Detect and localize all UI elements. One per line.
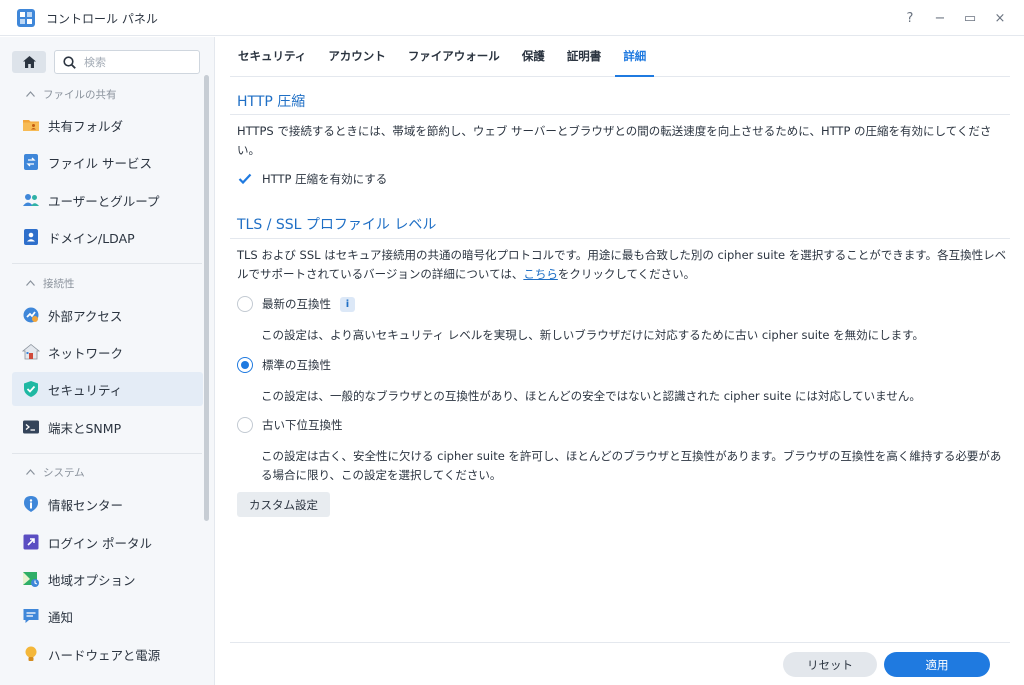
section-divider <box>230 114 1010 115</box>
section-header-file-sharing[interactable]: ファイルの共有 <box>26 86 117 102</box>
tab-account[interactable]: アカウント <box>320 36 394 76</box>
sidebar-item-shared-folder[interactable]: 共有フォルダ <box>12 108 203 142</box>
terminal-snmp-icon <box>23 420 39 434</box>
sidebar-item-terminal-snmp[interactable]: 端末とSNMP <box>12 410 203 444</box>
window-controls: ? − ▭ × <box>898 6 1012 30</box>
home-icon <box>22 56 36 68</box>
tab-protection[interactable]: 保護 <box>514 36 553 76</box>
tls-profile-description: TLS および SSL はセキュア接続用の共通の暗号化プロトコルです。用途に最も… <box>237 248 1007 281</box>
radio-old-compatibility[interactable] <box>237 417 253 433</box>
search-icon <box>63 55 76 69</box>
custom-settings-button[interactable]: カスタム設定 <box>237 492 330 517</box>
control-panel-app-icon <box>17 9 35 27</box>
main-panel: セキュリティ アカウント ファイアウォール 保護 証明書 詳細 HTTP 圧縮 … <box>216 37 1024 685</box>
sidebar: ファイルの共有 共有フォルダ ファイル サービス <box>0 37 215 685</box>
home-button[interactable] <box>12 51 46 73</box>
sidebar-item-network[interactable]: ネットワーク <box>12 335 203 369</box>
radio-row-old[interactable]: 古い下位互換性 <box>237 417 343 433</box>
checkmark-icon <box>238 173 252 185</box>
apply-button[interactable]: 適用 <box>884 652 990 677</box>
minimize-button[interactable]: − <box>928 6 952 30</box>
tab-security[interactable]: セキュリティ <box>230 36 314 76</box>
section-divider <box>12 263 202 264</box>
control-panel-window: コントロール パネル ? − ▭ × ファイルの共有 <box>0 0 1024 685</box>
reset-button[interactable]: リセット <box>783 652 877 677</box>
intermediate-compatibility-desc: この設定は、一般的なブラウザとの互換性があり、ほとんどの安全ではないと認識された… <box>261 389 921 403</box>
section-header-system[interactable]: システム <box>26 464 85 480</box>
modern-compatibility-desc: この設定は、より高いセキュリティ レベルを実現し、新しいブラウザだけに対応するた… <box>261 328 925 342</box>
chevron-up-icon <box>26 469 35 475</box>
http-compression-description: HTTPS で接続するときには、帯域を節約し、ウェブ サーバーとブラウザとの間の… <box>237 124 992 157</box>
tab-advanced[interactable]: 詳細 <box>615 36 655 77</box>
regional-options-icon <box>23 572 39 587</box>
search-box[interactable] <box>54 50 200 74</box>
section-divider <box>230 238 1010 239</box>
http-compression-checkbox-label: HTTP 圧縮を有効にする <box>262 172 388 186</box>
shared-folder-icon <box>23 120 39 131</box>
network-icon <box>22 343 40 360</box>
hardware-power-icon <box>25 646 37 661</box>
tab-firewall[interactable]: ファイアウォール <box>400 36 508 76</box>
http-compression-title: HTTP 圧縮 <box>237 94 306 110</box>
external-access-icon <box>23 307 39 323</box>
info-icon[interactable]: i <box>340 296 355 312</box>
radio-modern-label: 最新の互換性 <box>262 297 331 311</box>
user-group-icon <box>23 194 39 206</box>
sidebar-item-security[interactable]: セキュリティ <box>12 372 203 406</box>
sidebar-item-info-center[interactable]: 情報センター <box>12 487 203 521</box>
close-button[interactable]: × <box>988 6 1012 30</box>
radio-old-label: 古い下位互換性 <box>262 418 343 432</box>
details-link[interactable]: こちら <box>523 267 558 281</box>
radio-intermediate-compatibility[interactable] <box>237 357 253 373</box>
security-shield-icon <box>24 381 38 397</box>
radio-row-intermediate[interactable]: 標準の互換性 <box>237 357 331 373</box>
window-title: コントロール パネル <box>46 12 158 26</box>
footer-divider <box>230 642 1010 643</box>
tls-profile-title: TLS / SSL プロファイル レベル <box>237 217 437 233</box>
sidebar-item-login-portal[interactable]: ログイン ポータル <box>12 525 203 559</box>
section-header-connectivity[interactable]: 接続性 <box>26 275 75 291</box>
sidebar-item-domain-ldap[interactable]: ドメイン/LDAP <box>12 220 203 254</box>
maximize-button[interactable]: ▭ <box>958 6 982 30</box>
notification-icon <box>23 609 39 623</box>
radio-modern-compatibility[interactable] <box>237 296 253 312</box>
http-compression-checkbox[interactable] <box>237 171 253 187</box>
tab-certificate[interactable]: 証明書 <box>559 36 610 76</box>
help-button[interactable]: ? <box>898 6 922 30</box>
radio-intermediate-label: 標準の互換性 <box>262 358 331 372</box>
login-portal-icon <box>23 534 39 550</box>
radio-row-modern[interactable]: 最新の互換性 i <box>237 296 355 312</box>
title-bar: コントロール パネル ? − ▭ × <box>0 0 1024 36</box>
file-services-icon <box>24 154 38 170</box>
tab-bar: セキュリティ アカウント ファイアウォール 保護 証明書 詳細 <box>230 37 1010 77</box>
info-center-icon <box>24 496 38 512</box>
sidebar-item-regional-options[interactable]: 地域オプション <box>12 562 203 596</box>
chevron-up-icon <box>26 91 35 97</box>
sidebar-item-notification[interactable]: 通知 <box>12 599 203 633</box>
search-input[interactable] <box>84 55 184 69</box>
sidebar-item-hardware-power[interactable]: ハードウェアと電源 <box>12 637 203 671</box>
section-divider <box>12 453 202 454</box>
sidebar-item-user-group[interactable]: ユーザーとグループ <box>12 183 203 217</box>
http-compression-checkbox-row[interactable]: HTTP 圧縮を有効にする <box>237 171 387 187</box>
domain-ldap-icon <box>24 229 38 245</box>
old-compatibility-desc: この設定は古く、安全性に欠ける cipher suite を許可し、ほとんどのブ… <box>261 449 1002 482</box>
sidebar-scrollbar[interactable] <box>204 75 209 521</box>
chevron-up-icon <box>26 280 35 286</box>
sidebar-item-external-access[interactable]: 外部アクセス <box>12 298 203 332</box>
sidebar-item-file-services[interactable]: ファイル サービス <box>12 145 203 179</box>
